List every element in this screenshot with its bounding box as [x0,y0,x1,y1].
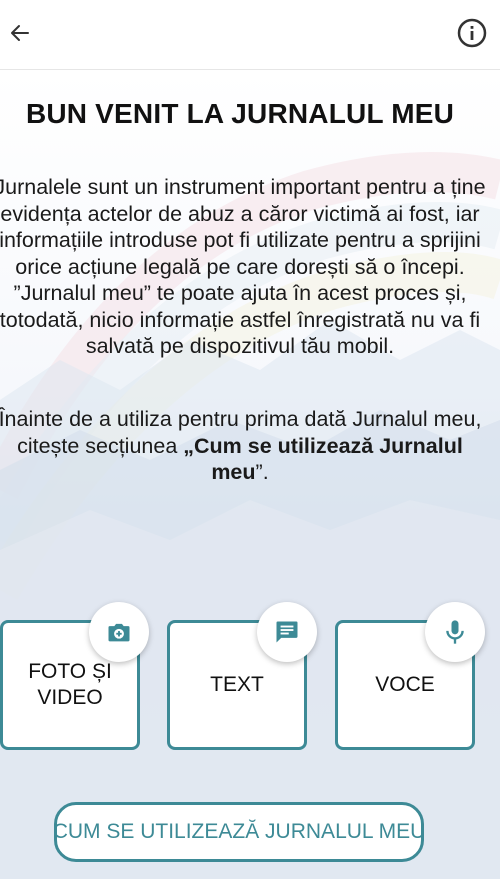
how-to-use-button[interactable]: CUM SE UTILIZEAZĂ JURNALUL MEU [54,802,424,862]
microphone-fab[interactable] [425,602,485,662]
back-button[interactable] [0,13,40,53]
camera-icon [108,623,130,642]
note-bold-link: „Cum se utilizează Jurnalul meu [183,433,463,485]
voice-label: VOCE [375,673,435,696]
photo-video-label: FOTO ȘI VIDEO [28,660,112,709]
intro-text: Jurnalele sunt un instrument important p… [0,175,486,358]
camera-fab[interactable] [89,602,149,662]
info-circle-icon [457,18,487,48]
note-suffix: ”. [255,460,269,484]
info-button[interactable] [454,15,490,51]
text-label: TEXT [210,673,264,696]
message-icon [276,621,298,643]
arrow-left-icon [11,25,29,41]
instructions-note: Înainte de a utiliza pentru prima dată J… [0,406,486,486]
app-bar [0,0,500,70]
message-fab[interactable] [257,602,317,662]
how-to-use-label: CUM SE UTILIZEAZĂ JURNALUL MEU [54,820,424,843]
microphone-icon [446,620,464,644]
page-title: BUN VENIT LA JURNALUL MEU [25,98,455,129]
